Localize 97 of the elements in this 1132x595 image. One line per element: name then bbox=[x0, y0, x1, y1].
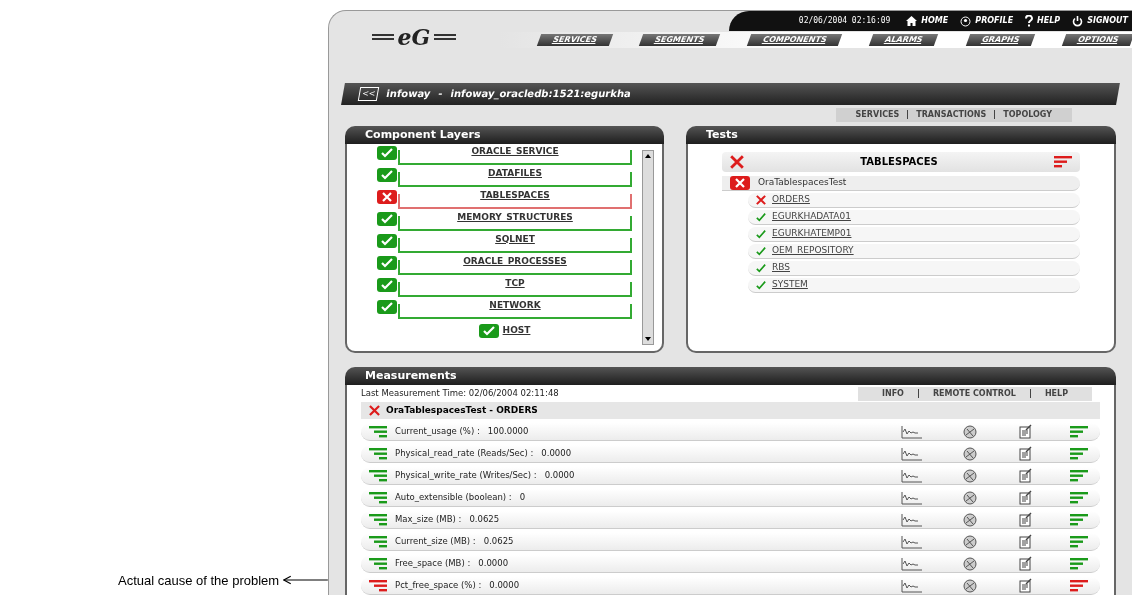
layer-link[interactable]: NETWORK bbox=[489, 298, 541, 317]
measurement-label: Auto_extensible (boolean) : bbox=[395, 491, 512, 504]
last-measurement-time: Last Measurement Time: 02/06/2004 02:11:48 bbox=[361, 387, 559, 400]
graph-icon[interactable] bbox=[901, 578, 923, 593]
bars-icon[interactable] bbox=[369, 535, 387, 548]
bars-icon[interactable] bbox=[369, 447, 387, 460]
bars-icon[interactable] bbox=[369, 491, 387, 504]
bars-icon[interactable] bbox=[1054, 155, 1072, 168]
graph-icon[interactable] bbox=[901, 446, 923, 461]
bars-icon[interactable] bbox=[369, 579, 387, 592]
bars-icon[interactable] bbox=[369, 513, 387, 526]
zone-text: infoway bbox=[385, 87, 432, 102]
bars-icon[interactable] bbox=[1070, 513, 1088, 526]
descriptor-link[interactable]: SYSTEM bbox=[772, 278, 808, 292]
panel-header: Measurements bbox=[345, 367, 1116, 385]
bars-icon[interactable] bbox=[369, 425, 387, 438]
measurement-label: Free_space (MB) : bbox=[395, 557, 471, 570]
datetime-text: 02/06/2004 02:16:09 bbox=[798, 15, 891, 27]
bars-icon[interactable] bbox=[1070, 469, 1088, 482]
layer-title: TABLESPACES bbox=[860, 155, 938, 170]
sub-link[interactable]: TRANSACTIONS bbox=[916, 108, 987, 121]
panel-header: Component Layers bbox=[345, 125, 664, 144]
graph-icon[interactable] bbox=[901, 556, 923, 571]
measurement-value: 0 bbox=[519, 491, 526, 504]
notepad-icon[interactable] bbox=[1019, 534, 1032, 549]
notepad-icon[interactable] bbox=[1019, 512, 1032, 527]
measurement-value: 100.0000 bbox=[487, 425, 529, 438]
top-link[interactable]: SIGNOUT bbox=[1072, 15, 1128, 27]
back-button[interactable]: << bbox=[357, 86, 380, 101]
test-name: OraTablespacesTest bbox=[758, 176, 847, 189]
measurement-value: 0.0000 bbox=[489, 579, 520, 592]
nav-tab[interactable]: ALARMS bbox=[869, 34, 940, 46]
annotation-label: Actual cause of the problem bbox=[118, 571, 280, 590]
nav-tab[interactable]: SEGMENTS bbox=[639, 34, 721, 46]
layer-link[interactable]: ORACLE_PROCESSES bbox=[463, 254, 567, 273]
measurement-test-title: OraTablespacesTest - ORDERS bbox=[386, 403, 538, 417]
layer-link[interactable]: MEMORY_STRUCTURES bbox=[457, 210, 573, 229]
nav-tab[interactable]: OPTIONS bbox=[1061, 34, 1132, 46]
notepad-icon[interactable] bbox=[1019, 490, 1032, 505]
measurement-label: Max_size (MB) : bbox=[395, 513, 462, 526]
home-icon bbox=[906, 16, 918, 26]
bars-icon[interactable] bbox=[1070, 535, 1088, 548]
bars-icon[interactable] bbox=[369, 557, 387, 570]
layer-link[interactable]: TABLESPACES bbox=[480, 188, 550, 207]
measurement-label: Current_usage (%) : bbox=[395, 425, 480, 438]
power-icon bbox=[1072, 15, 1084, 27]
nav-tab[interactable]: COMPONENTS bbox=[747, 34, 843, 46]
layer-link[interactable]: DATAFILES bbox=[488, 166, 542, 185]
scrollbar[interactable] bbox=[642, 149, 654, 345]
notepad-icon[interactable] bbox=[1019, 556, 1032, 571]
arrow-icon bbox=[283, 575, 328, 586]
measurement-label: Pct_free_space (%) : bbox=[395, 579, 482, 592]
nav-tab[interactable]: GRAPHS bbox=[965, 34, 1036, 46]
top-link[interactable]: HOME bbox=[906, 15, 949, 27]
top-link[interactable]: HELP bbox=[1025, 15, 1061, 27]
layer-link[interactable]: SQLNET bbox=[495, 232, 535, 251]
question-icon bbox=[1025, 15, 1034, 27]
bars-icon[interactable] bbox=[1070, 425, 1088, 438]
graph-icon[interactable] bbox=[901, 534, 923, 549]
graph-icon[interactable] bbox=[901, 490, 923, 505]
bars-icon[interactable] bbox=[1070, 447, 1088, 460]
measurement-value: 0.0000 bbox=[478, 557, 509, 570]
sub-link[interactable]: TOPOLOGY bbox=[1003, 108, 1052, 121]
measurement-value: 0.0000 bbox=[541, 447, 572, 460]
layer-link[interactable]: HOST bbox=[502, 324, 531, 338]
panel-header: Tests bbox=[686, 125, 1116, 144]
person-icon bbox=[960, 15, 972, 27]
logo: eG bbox=[371, 25, 457, 48]
measurement-value: 0.0625 bbox=[483, 535, 514, 548]
measurement-label: Current_size (MB) : bbox=[395, 535, 476, 548]
measurement-value: 0.0000 bbox=[544, 469, 575, 482]
descriptor-link[interactable]: RBS bbox=[772, 261, 790, 275]
measurement-label: Physical_read_rate (Reads/Sec) : bbox=[395, 447, 534, 460]
measurement-label: Physical_write_rate (Writes/Sec) : bbox=[395, 469, 537, 482]
component-text: infoway_oracledb:1521:egurkha bbox=[449, 87, 633, 102]
measurement-link[interactable]: INFO bbox=[881, 387, 904, 400]
top-link[interactable]: PROFILE bbox=[960, 15, 1014, 27]
bars-icon[interactable] bbox=[1070, 557, 1088, 570]
measurement-value: 0.0625 bbox=[469, 513, 500, 526]
separator-text: - bbox=[437, 87, 444, 102]
notepad-icon[interactable] bbox=[1019, 424, 1032, 439]
graph-icon[interactable] bbox=[901, 468, 923, 483]
descriptor-link[interactable]: ORDERS bbox=[772, 193, 810, 207]
layer-link[interactable]: ORACLE_SERVICE bbox=[471, 144, 559, 163]
graph-icon[interactable] bbox=[901, 424, 923, 439]
notepad-icon[interactable] bbox=[1019, 446, 1032, 461]
measurement-link[interactable]: HELP bbox=[1044, 387, 1068, 400]
bars-icon[interactable] bbox=[1070, 491, 1088, 504]
layer-link[interactable]: TCP bbox=[505, 276, 525, 295]
nav-tab[interactable]: SERVICES bbox=[536, 34, 613, 46]
notepad-icon[interactable] bbox=[1019, 578, 1032, 593]
graph-icon[interactable] bbox=[901, 512, 923, 527]
measurement-link[interactable]: REMOTE CONTROL bbox=[932, 387, 1016, 400]
notepad-icon[interactable] bbox=[1019, 468, 1032, 483]
bars-icon[interactable] bbox=[369, 469, 387, 482]
sub-link[interactable]: SERVICES bbox=[855, 108, 900, 121]
bars-icon[interactable] bbox=[1070, 579, 1088, 592]
